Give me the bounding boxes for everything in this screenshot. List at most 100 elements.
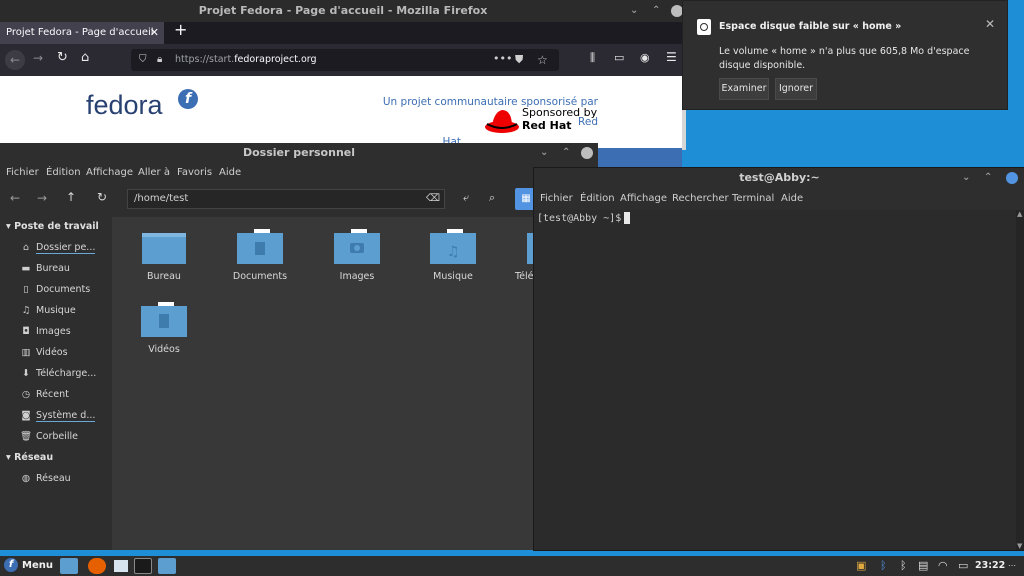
scroll-up-icon[interactable]: ▲	[1017, 210, 1022, 218]
account-icon[interactable]: ◉	[640, 51, 650, 64]
redhat-logo[interactable]: Sponsored by Red Hat	[522, 106, 597, 132]
location-path-field[interactable]: /home/test ⌫	[127, 189, 445, 209]
sidebar-item-documents[interactable]: ▯ Documents	[20, 284, 90, 295]
sidebar-item-recent[interactable]: ◷ Récent	[20, 389, 69, 400]
sidebar-item-label: Système d...	[36, 410, 96, 422]
sidebar-item-music[interactable]: ♫ Musique	[20, 305, 76, 316]
maximize-icon[interactable]: ⌃	[652, 0, 660, 22]
menu-affichage[interactable]: Affichage	[620, 188, 667, 210]
folder-label: Documents	[232, 271, 288, 282]
sidebar-item-downloads[interactable]: ⬇ Télécharge...	[20, 368, 96, 379]
shield-icon[interactable]: ⛉	[139, 49, 147, 71]
menu-aller-a[interactable]: Aller à	[138, 163, 170, 183]
search-icon[interactable]: ⌕	[489, 191, 495, 205]
folder-label: Bureau	[147, 271, 181, 282]
clear-path-icon[interactable]: ⌫	[426, 190, 440, 208]
terminal-scrollbar[interactable]: ▲ ▼	[1016, 210, 1024, 550]
menu-fichier[interactable]: Fichier	[6, 163, 39, 183]
sidebar-item-pictures[interactable]: ◘ Images	[20, 326, 70, 337]
toggle-location-icon[interactable]: ⤶	[463, 191, 469, 205]
menu-aide[interactable]: Aide	[219, 163, 241, 183]
sidebar-item-videos[interactable]: ▥ Vidéos	[20, 347, 68, 358]
forward-icon[interactable]: →	[33, 51, 43, 65]
folder-videos[interactable]: Vidéos	[134, 302, 194, 355]
tab-fedora[interactable]: Projet Fedora - Page d'accueil ✕	[0, 22, 164, 44]
back-icon[interactable]: ←	[10, 191, 20, 205]
sidebar-item-desktop[interactable]: ▬ Bureau	[20, 263, 70, 274]
tray-expand-icon[interactable]: ⋯	[1008, 558, 1016, 574]
menu-favoris[interactable]: Favoris	[177, 163, 212, 183]
package-update-icon[interactable]: ▣	[856, 558, 866, 574]
fedora-logo[interactable]: fedora	[86, 90, 163, 121]
desktop-icon: ▬	[21, 263, 31, 274]
pocket-icon[interactable]: ⛊	[515, 49, 523, 71]
menu-aide[interactable]: Aide	[781, 188, 803, 210]
sidebar-item-home[interactable]: ⌂ Dossier pe...	[20, 242, 96, 254]
sidebar-section-computer[interactable]: ▾ Poste de travail	[6, 221, 99, 232]
folder-bureau[interactable]: Bureau	[134, 229, 194, 282]
clipboard-icon[interactable]: ▤	[918, 558, 928, 574]
sidebar-section-network[interactable]: ▾ Réseau	[6, 452, 53, 463]
minimize-icon[interactable]: ⌄	[630, 0, 638, 22]
terminal-taskbar-icon[interactable]	[134, 558, 152, 574]
back-icon[interactable]: ←	[5, 50, 25, 70]
page-actions-icon[interactable]: •••	[493, 48, 512, 70]
maximize-icon[interactable]: ⌃	[562, 142, 570, 164]
bluetooth-status-icon[interactable]: ᛒ	[900, 558, 907, 574]
menu-label: Menu	[22, 560, 53, 571]
file-manager-title-bar[interactable]: Dossier personnel ⌄ ⌃	[0, 143, 598, 163]
folder-images[interactable]: Images	[327, 229, 387, 282]
terminal-window: test@Abby:~ ⌄ ⌃ Fichier Édition Affichag…	[533, 167, 1024, 551]
firefox-title-bar[interactable]: Projet Fedora - Page d'accueil - Mozilla…	[0, 0, 686, 22]
menu-edition[interactable]: Édition	[46, 163, 81, 183]
file-manager-taskbar-icon[interactable]	[158, 558, 176, 574]
folder-downloads[interactable]: Téléc	[507, 229, 533, 282]
reload-icon[interactable]: ↻	[97, 190, 107, 204]
terminal-title-bar[interactable]: test@Abby:~ ⌄ ⌃	[534, 168, 1024, 188]
file-manager-menu-bar: Fichier Édition Affichage Aller à Favori…	[0, 163, 598, 183]
bookmark-star-icon[interactable]: ☆	[537, 49, 548, 71]
ignore-button[interactable]: Ignorer	[775, 78, 817, 100]
folder-documents[interactable]: Documents	[230, 229, 290, 282]
hamburger-menu-icon[interactable]: ☰	[666, 50, 677, 64]
close-icon[interactable]: ✕	[985, 17, 995, 31]
close-icon[interactable]	[1006, 172, 1018, 184]
new-tab-icon[interactable]: +	[174, 20, 187, 39]
menu-edition[interactable]: Édition	[580, 188, 615, 210]
minimize-icon[interactable]: ⌄	[540, 142, 548, 164]
network-wifi-icon[interactable]: ◠	[938, 558, 948, 574]
terminal-output-area[interactable]: [test@Abby ~]$	[534, 210, 1016, 550]
forward-icon[interactable]: →	[37, 191, 47, 205]
reload-icon[interactable]: ↻	[57, 50, 68, 65]
menu-fichier[interactable]: Fichier	[540, 188, 573, 210]
start-menu-button[interactable]: f Menu	[4, 556, 53, 576]
sidebar-icon[interactable]: ▭	[614, 51, 624, 64]
scroll-down-icon[interactable]: ▼	[1017, 542, 1022, 550]
menu-rechercher[interactable]: Rechercher	[672, 188, 729, 210]
music-icon: ♫	[21, 305, 31, 316]
url-bar[interactable]: ⛉ 🔒︎ https://start.fedoraproject.org •••…	[131, 49, 559, 71]
firefox-taskbar-icon[interactable]	[88, 558, 106, 574]
maximize-icon[interactable]: ⌃	[984, 167, 992, 189]
menu-terminal[interactable]: Terminal	[732, 188, 774, 210]
bluetooth-icon[interactable]: ᛒ	[880, 558, 887, 574]
sidebar-item-filesystem[interactable]: ◙ Système d...	[20, 410, 96, 422]
up-icon[interactable]: ↑	[66, 190, 76, 204]
folder-music[interactable]: ♫ Musique	[423, 229, 483, 282]
close-icon[interactable]	[581, 147, 593, 159]
minimize-icon[interactable]: ⌄	[962, 167, 970, 189]
file-manager-icon-view: Bureau Documents Images ♫ Musique Téléc …	[112, 217, 598, 550]
tab-close-icon[interactable]: ✕	[150, 22, 159, 44]
sidebar-item-network[interactable]: ◍ Réseau	[20, 473, 71, 484]
show-desktop-icon[interactable]	[60, 558, 78, 574]
examine-button[interactable]: Examiner	[719, 78, 769, 100]
battery-icon[interactable]: ▭	[958, 558, 968, 574]
mail-taskbar-icon[interactable]	[112, 558, 130, 574]
lock-icon[interactable]: 🔒︎	[157, 49, 162, 71]
sidebar-item-trash[interactable]: 🗑︎ Corbeille	[20, 431, 78, 442]
section-label: Réseau	[14, 452, 54, 463]
menu-affichage[interactable]: Affichage	[86, 163, 133, 183]
library-icon[interactable]: ⫼	[590, 51, 595, 65]
clock[interactable]: 23:22	[975, 556, 1005, 576]
home-icon[interactable]: ⌂	[81, 50, 89, 65]
